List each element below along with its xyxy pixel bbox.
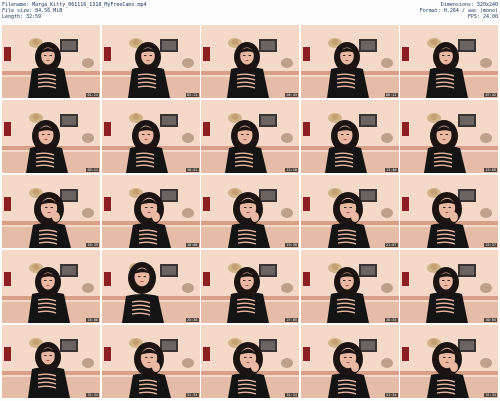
video-thumbnail: 31:34 xyxy=(400,325,498,398)
video-thumbnail: 16:39 xyxy=(2,175,100,248)
video-thumbnail: 06:12 xyxy=(300,25,399,98)
video-thumbnail: 27:05 xyxy=(201,250,299,323)
thumbnail-frame-image xyxy=(400,100,498,173)
thumbnail-frame-image xyxy=(101,250,200,323)
video-thumbnail: 21:07 xyxy=(300,175,399,248)
thumbnail-timestamp: 24:06 xyxy=(86,318,99,322)
thumbnail-timestamp: 31:34 xyxy=(384,393,398,397)
thumbnail-grid: 01:24 03:13 04:43 06:12 07:42 09:11 10:41 12:10… xyxy=(2,25,498,399)
video-thumbnail: 12:10 xyxy=(201,100,299,173)
video-thumbnail: 10:41 xyxy=(101,100,200,173)
thumbnail-timestamp: 06:12 xyxy=(384,93,398,97)
file-info-right: Dimensions: 320x240 Format: H.264 / aac … xyxy=(420,2,498,20)
thumbnail-frame-image xyxy=(300,325,399,398)
thumbnail-frame-image xyxy=(300,100,399,173)
video-thumbnail: 01:24 xyxy=(2,25,100,98)
video-thumbnail: 28:35 xyxy=(300,250,399,323)
thumbnail-timestamp: 30:04 xyxy=(484,318,497,322)
thumbnail-frame-image xyxy=(201,325,299,398)
video-thumbnail: 07:42 xyxy=(400,25,498,98)
thumbnail-frame-image xyxy=(101,25,200,98)
thumbnail-timestamp: 31:34 xyxy=(484,393,497,397)
thumbnail-frame-image xyxy=(400,25,498,98)
thumbnail-frame-image xyxy=(300,250,399,323)
thumbnail-timestamp: 07:42 xyxy=(484,93,497,97)
video-thumbnail: 03:13 xyxy=(101,25,200,98)
file-info-left: Filename: Marga_Kitty_061116_1318_MyFree… xyxy=(2,2,147,20)
thumbnail-frame-image xyxy=(2,250,100,323)
fps-text: FPS: 24.00 xyxy=(467,14,498,20)
video-thumbnail: 31:34 xyxy=(300,325,399,398)
thumbnail-timestamp: 21:07 xyxy=(384,243,398,247)
thumbnail-timestamp: 12:10 xyxy=(285,168,298,172)
video-thumbnail: 31:34 xyxy=(101,325,200,398)
thumbnail-timestamp: 28:35 xyxy=(384,318,398,322)
thumbnail-frame-image xyxy=(101,325,200,398)
thumbnail-timestamp: 19:38 xyxy=(285,243,298,247)
video-thumbnail: 31:34 xyxy=(201,325,299,398)
thumbnail-timestamp: 22:37 xyxy=(484,243,497,247)
thumbnail-timestamp: 09:11 xyxy=(86,168,99,172)
thumbnail-frame-image xyxy=(400,175,498,248)
thumbnail-timestamp: 16:39 xyxy=(86,243,99,247)
thumbnail-frame-image xyxy=(400,250,498,323)
video-thumbnail: 18:08 xyxy=(101,175,200,248)
thumbnail-timestamp: 25:36 xyxy=(185,318,199,322)
video-thumbnail: 13:40 xyxy=(300,100,399,173)
video-thumbnail: 15:09 xyxy=(400,100,498,173)
thumbnail-frame-image xyxy=(101,175,200,248)
thumbnail-frame-image xyxy=(201,25,299,98)
thumbnail-frame-image xyxy=(101,100,200,173)
thumbnail-frame-image xyxy=(400,325,498,398)
thumbnail-frame-image xyxy=(2,25,100,98)
thumbnail-timestamp: 15:09 xyxy=(484,168,497,172)
thumbnail-timestamp: 31:34 xyxy=(185,393,199,397)
video-thumbnail: 30:04 xyxy=(400,250,498,323)
thumbnail-timestamp: 03:13 xyxy=(185,93,199,97)
thumbnail-frame-image xyxy=(201,100,299,173)
video-thumbnail: 31:34 xyxy=(2,325,100,398)
contact-sheet: Filename: Marga_Kitty_061116_1318_MyFree… xyxy=(0,0,500,401)
video-thumbnail: 24:06 xyxy=(2,250,100,323)
video-thumbnail: 25:36 xyxy=(101,250,200,323)
thumbnail-timestamp: 27:05 xyxy=(285,318,298,322)
thumbnail-frame-image xyxy=(201,175,299,248)
thumbnail-frame-image xyxy=(2,175,100,248)
thumbnail-timestamp: 10:41 xyxy=(185,168,199,172)
thumbnail-timestamp: 31:34 xyxy=(285,393,298,397)
thumbnail-timestamp: 01:24 xyxy=(86,93,99,97)
thumbnail-timestamp: 18:08 xyxy=(185,243,199,247)
thumbnail-frame-image xyxy=(300,25,399,98)
video-thumbnail: 09:11 xyxy=(2,100,100,173)
video-thumbnail: 04:43 xyxy=(201,25,299,98)
thumbnail-frame-image xyxy=(2,325,100,398)
file-info-header: Filename: Marga_Kitty_061116_1318_MyFree… xyxy=(0,0,500,24)
thumbnail-frame-image xyxy=(201,250,299,323)
thumbnail-frame-image xyxy=(2,100,100,173)
thumbnail-timestamp: 04:43 xyxy=(285,93,298,97)
thumbnail-timestamp: 13:40 xyxy=(384,168,398,172)
video-thumbnail: 22:37 xyxy=(400,175,498,248)
thumbnail-timestamp: 31:34 xyxy=(86,393,99,397)
length-text: Length: 32:59 xyxy=(2,14,42,20)
thumbnail-frame-image xyxy=(300,175,399,248)
video-thumbnail: 19:38 xyxy=(201,175,299,248)
